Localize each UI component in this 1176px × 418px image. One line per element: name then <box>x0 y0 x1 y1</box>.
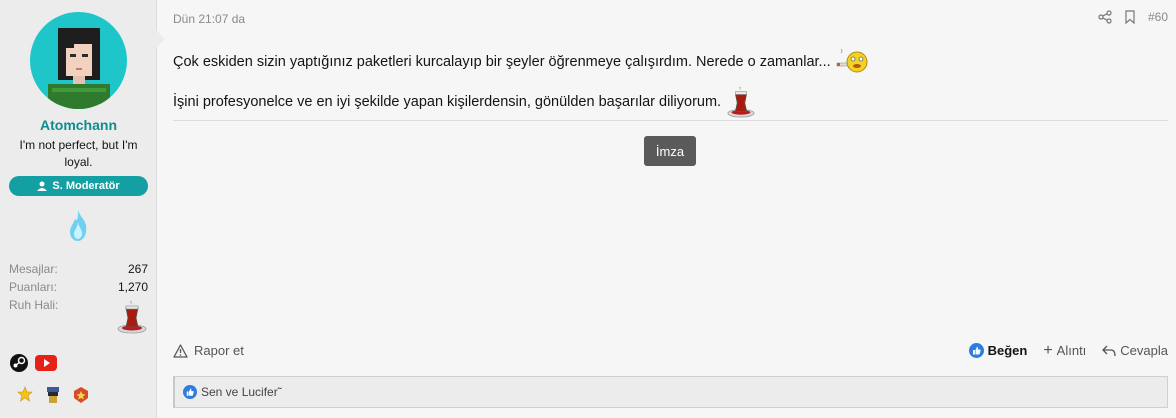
post-number[interactable]: #60 <box>1148 10 1168 24</box>
reply-button[interactable]: Cevapla <box>1102 343 1168 358</box>
role-badge: S. Moderatör <box>9 176 148 196</box>
reply-icon <box>1102 345 1116 356</box>
report-button[interactable]: Rapor et <box>173 343 244 358</box>
report-label: Rapor et <box>194 343 244 358</box>
signature-divider <box>173 120 1168 121</box>
reactions-text[interactable]: Sen ve Lucifer˜ <box>201 385 282 399</box>
thumbs-up-icon <box>183 385 197 399</box>
like-label: Beğen <box>987 343 1028 358</box>
post-message: Çok eskiden sizin yaptığınız paketleri k… <box>173 48 1168 118</box>
plus-icon: + <box>1043 342 1053 359</box>
share-icon[interactable] <box>1098 10 1112 24</box>
youtube-icon[interactable] <box>35 355 57 371</box>
quote-button[interactable]: + Alıntı <box>1043 342 1087 359</box>
stat-value: 1,270 <box>117 280 148 294</box>
star-icon[interactable] <box>17 386 33 402</box>
message-text: İşini profesyonelce ve en iyi şekilde ya… <box>173 94 722 110</box>
quote-label: Alıntı <box>1056 343 1087 358</box>
user-title: I'm not perfect, but I'm loyal. <box>19 138 138 169</box>
stat-value: 267 <box>127 262 148 276</box>
thumbs-up-icon <box>968 343 984 358</box>
user-icon <box>37 181 48 191</box>
smoking-smiley-icon <box>836 49 868 73</box>
bookmark-icon[interactable] <box>1124 10 1136 24</box>
message-text: Çok eskiden sizin yaptığınız paketleri k… <box>173 54 831 70</box>
military-medal-icon[interactable] <box>45 386 61 404</box>
flame-icon <box>70 210 87 241</box>
message-line: Çok eskiden sizin yaptığınız paketleri k… <box>173 48 1168 76</box>
stat-label: Puanları: <box>9 280 58 294</box>
tea-glass-icon <box>727 86 755 118</box>
reactions-bar[interactable]: Sen ve Lucifer˜ <box>173 376 1168 408</box>
post-footer: Rapor et Beğen + Alıntı Cevapla <box>173 343 1168 363</box>
post-actions: #60 <box>1098 10 1168 24</box>
badge-icon[interactable] <box>73 386 89 404</box>
tea-glass-icon <box>117 300 147 334</box>
signature-button[interactable]: İmza <box>644 136 696 166</box>
like-button[interactable]: Beğen <box>968 343 1028 358</box>
stat-row: Mesajlar: 267 <box>9 262 148 280</box>
user-sidebar: Atomchann I'm not perfect, but I'm loyal… <box>0 0 165 418</box>
post-date[interactable]: Dün 21:07 da <box>173 12 245 26</box>
warning-icon <box>173 343 188 358</box>
social-links <box>9 353 57 373</box>
stat-row: Puanları: 1,270 <box>9 280 148 298</box>
trophy-list <box>17 386 89 404</box>
post-content: Dün 21:07 da #60 Çok eskiden sizin yaptı… <box>173 0 1168 418</box>
reply-label: Cevapla <box>1120 343 1168 358</box>
avatar[interactable] <box>30 12 127 109</box>
steam-icon[interactable] <box>9 353 29 373</box>
stat-label: Ruh Hali: <box>9 298 59 312</box>
message-line: İşini profesyonelce ve en iyi şekilde ya… <box>173 86 1168 118</box>
username[interactable]: Atomchann <box>0 117 157 133</box>
post-footer-actions: Beğen + Alıntı Cevapla <box>968 342 1168 359</box>
stat-label: Mesajlar: <box>9 262 58 276</box>
role-label: S. Moderatör <box>52 180 120 192</box>
